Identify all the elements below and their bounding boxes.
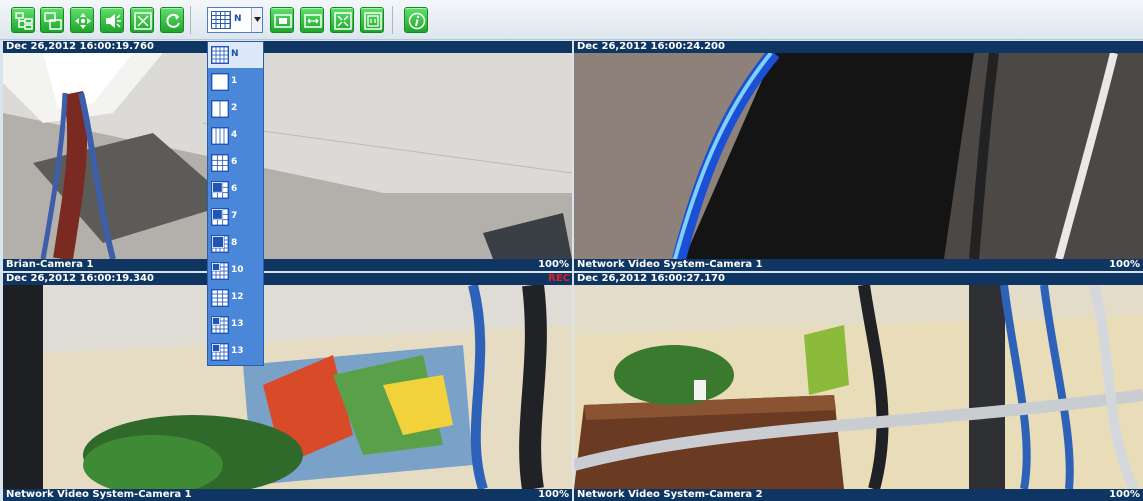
camera-footer: Brian-Camera 1 100% [3, 259, 572, 271]
info-icon [408, 12, 426, 30]
camera-timestamp: Dec 26,2012 16:00:27.170 [574, 273, 1143, 285]
camera-name: Brian-Camera 1 [6, 259, 94, 270]
video-surveillance-app: N Dec 26,2012 16:00:19.760 Brian-Camera … [0, 0, 1143, 501]
layout-option-7[interactable]: 7 [208, 204, 263, 230]
layout-option-label: 6 [231, 157, 238, 167]
grid-layout-icon [211, 208, 229, 226]
camera-feed-image [574, 53, 1143, 259]
camera-view-3[interactable]: Dec 26,2012 16:00:19.340 REC Network Vid… [3, 273, 572, 501]
grid-layout-icon [211, 11, 231, 29]
audio-icon [106, 14, 121, 28]
layout-option-12[interactable]: 12 [208, 285, 263, 311]
snapshot-icon [364, 12, 382, 30]
layout-option-10[interactable]: 10 [208, 258, 263, 284]
camera-footer: Network Video System-Camera 1 100% [3, 489, 572, 501]
layout-option-label: N [231, 49, 239, 59]
grid-layout-icon [211, 289, 229, 307]
layout-dropdown-toggle[interactable] [251, 8, 262, 32]
camera-view-4[interactable]: Dec 26,2012 16:00:27.170 Network Video S… [574, 273, 1143, 501]
layout-dropdown-menu: N 1 2 4 6 6 7 8 10 12 13 13 [207, 41, 264, 366]
fit-window-button[interactable] [270, 7, 294, 33]
chevron-down-icon [254, 17, 261, 22]
grid-layout-icon [211, 235, 229, 253]
layout-option-label: 1 [231, 76, 238, 86]
camera-feed-image [3, 53, 572, 259]
camera-zoom: 100% [538, 259, 569, 270]
camera-timestamp: Dec 26,2012 16:00:19.340 [3, 273, 572, 285]
camera-name: Network Video System-Camera 1 [6, 489, 192, 500]
windows-icon [44, 12, 62, 30]
windows-button[interactable] [40, 7, 64, 33]
grid-layout-icon [211, 154, 229, 172]
camera-footer: Network Video System-Camera 2 100% [574, 489, 1143, 501]
toolbar-separator [190, 6, 191, 34]
layout-select-value: N [234, 14, 242, 24]
refresh-button[interactable] [160, 7, 184, 33]
recording-indicator: REC [548, 273, 570, 284]
toolbar-separator [392, 6, 393, 34]
camera-view-2[interactable]: Dec 26,2012 16:00:24.200 Network Video S… [574, 41, 1143, 271]
layout-option-label: 13 [231, 346, 244, 356]
grid-layout-icon [211, 343, 229, 361]
camera-zoom: 100% [538, 489, 569, 500]
grid-layout-icon [211, 262, 229, 280]
layout-option-label: 13 [231, 319, 244, 329]
stretch-icon [304, 14, 322, 28]
camera-view-1[interactable]: Dec 26,2012 16:00:19.760 Brian-Camera 1 … [3, 41, 572, 271]
snapshot-button[interactable] [360, 7, 384, 33]
camera-name: Network Video System-Camera 1 [577, 259, 763, 270]
camera-footer: Network Video System-Camera 1 100% [574, 259, 1143, 271]
grid-layout-icon [211, 73, 229, 91]
layout-option-8[interactable]: 8 [208, 231, 263, 257]
layout-option-label: 4 [231, 130, 238, 140]
grid-layout-icon [211, 316, 229, 334]
grid-layout-icon [211, 127, 229, 145]
grid-layout-icon [211, 100, 229, 118]
camera-feed-image [3, 285, 572, 489]
fullscreen-exit-button[interactable] [130, 7, 154, 33]
layout-select[interactable]: N [207, 7, 263, 33]
layout-option-6[interactable]: 6 [208, 150, 263, 176]
toolbar: N [0, 0, 1143, 40]
layout-option-1[interactable]: 1 [208, 69, 263, 95]
camera-timestamp: Dec 26,2012 16:00:24.200 [574, 41, 1143, 53]
stretch-button[interactable] [300, 7, 324, 33]
grid-layout-icon [211, 181, 229, 199]
layout-option-2[interactable]: 2 [208, 96, 263, 122]
layout-option-4[interactable]: 4 [208, 123, 263, 149]
expand-button[interactable] [330, 7, 354, 33]
camera-feed-image [574, 285, 1143, 489]
layout-option-N[interactable]: N [208, 42, 263, 68]
expand-icon [334, 12, 352, 30]
ptz-icon [75, 13, 91, 29]
fit-window-icon [274, 14, 292, 28]
refresh-icon [166, 13, 180, 28]
layout-option-label: 12 [231, 292, 244, 302]
fullscreen-exit-icon [134, 12, 152, 30]
tree-view-icon [15, 12, 33, 30]
tree-view-button[interactable] [11, 7, 35, 33]
camera-timestamp: Dec 26,2012 16:00:19.760 [3, 41, 572, 53]
audio-button[interactable] [100, 7, 124, 33]
layout-option-13[interactable]: 13 [208, 312, 263, 338]
ptz-button[interactable] [70, 7, 94, 33]
layout-option-6[interactable]: 6 [208, 177, 263, 203]
layout-option-label: 10 [231, 265, 244, 275]
grid-layout-icon [211, 46, 229, 64]
info-button[interactable] [404, 7, 428, 33]
layout-option-label: 8 [231, 238, 238, 248]
layout-option-13[interactable]: 13 [208, 339, 263, 365]
layout-option-label: 2 [231, 103, 238, 113]
camera-zoom: 100% [1109, 489, 1140, 500]
layout-option-label: 7 [231, 211, 238, 221]
camera-zoom: 100% [1109, 259, 1140, 270]
layout-option-label: 6 [231, 184, 238, 194]
camera-name: Network Video System-Camera 2 [577, 489, 763, 500]
